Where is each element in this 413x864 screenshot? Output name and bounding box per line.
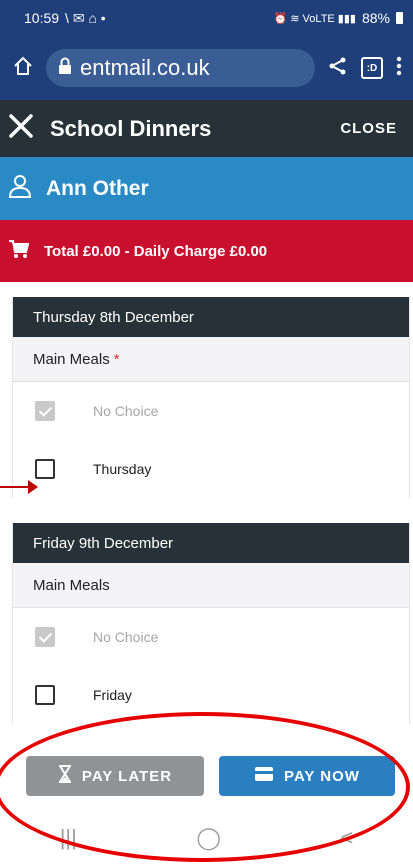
- checkbox[interactable]: [35, 459, 55, 479]
- cart-icon: [8, 239, 30, 264]
- browser-chrome: 10:59 \ ✉ ⌂ • ⏰ ≋ VoLTE ▮▮▮ 88% entmail.…: [0, 0, 413, 100]
- close-button[interactable]: CLOSE: [340, 120, 397, 137]
- status-notification-icons: \ ✉ ⌂ •: [65, 9, 106, 26]
- credit-card-icon: [254, 766, 274, 786]
- recents-icon[interactable]: |||: [60, 825, 77, 851]
- pay-later-label: PAY LATER: [81, 767, 173, 785]
- home-nav-icon[interactable]: ◯: [196, 825, 221, 851]
- option-label: Friday: [93, 687, 132, 703]
- section-label: Main Meals: [33, 576, 110, 594]
- status-bar: 10:59 \ ✉ ⌂ • ⏰ ≋ VoLTE ▮▮▮ 88%: [0, 0, 413, 36]
- day-card-friday: Friday 9th December Main Meals No Choice…: [12, 523, 410, 724]
- section-label: Main Meals: [33, 350, 110, 368]
- hourglass-icon: [58, 765, 72, 787]
- option-friday[interactable]: Friday: [13, 666, 409, 724]
- battery-percent: 88%: [361, 10, 390, 26]
- day-header: Thursday 8th December: [13, 297, 409, 337]
- status-time: 10:59: [24, 10, 60, 26]
- option-no-choice[interactable]: No Choice: [13, 382, 409, 440]
- section-header: Main Meals *: [13, 337, 409, 382]
- checkbox[interactable]: [35, 685, 55, 705]
- user-bar: Ann Other: [0, 157, 413, 220]
- app-header: School Dinners CLOSE: [0, 100, 413, 157]
- total-summary: Total £0.00 - Daily Charge £0.00: [44, 242, 268, 260]
- day-header: Friday 9th December: [13, 523, 409, 563]
- tabs-button[interactable]: :D: [361, 57, 383, 79]
- annotation-arrow: [0, 480, 38, 494]
- page-title: School Dinners: [50, 115, 212, 141]
- back-icon[interactable]: <: [340, 825, 353, 851]
- option-no-choice[interactable]: No Choice: [13, 608, 409, 666]
- required-marker: *: [113, 350, 120, 368]
- more-vert-icon[interactable]: [395, 55, 403, 82]
- day-card-thursday: Thursday 8th December Main Meals * No Ch…: [12, 297, 410, 498]
- android-nav-bar: ||| ◯ <: [0, 812, 413, 864]
- section-header: Main Meals: [13, 563, 409, 608]
- user-icon: [8, 173, 32, 204]
- checkbox[interactable]: [35, 401, 55, 421]
- total-bar: Total £0.00 - Daily Charge £0.00: [0, 220, 413, 282]
- pay-later-button[interactable]: PAY LATER: [26, 756, 204, 796]
- option-label: Thursday: [93, 461, 152, 477]
- footer-bar: PAY LATER PAY NOW: [0, 745, 413, 807]
- user-name: Ann Other: [46, 176, 149, 200]
- address-row: entmail.co.uk :D: [0, 36, 413, 100]
- option-label: No Choice: [93, 629, 159, 645]
- battery-icon: [396, 12, 403, 24]
- home-icon[interactable]: [12, 55, 34, 82]
- option-thursday[interactable]: Thursday: [13, 440, 409, 498]
- cutlery-icon: [8, 113, 34, 144]
- pay-now-label: PAY NOW: [284, 767, 360, 785]
- lock-icon: [58, 55, 72, 81]
- status-system-icons: ⏰ ≋ VoLTE ▮▮▮: [273, 12, 356, 25]
- pay-now-button[interactable]: PAY NOW: [219, 756, 395, 796]
- url-text: entmail.co.uk: [80, 55, 210, 80]
- checkbox[interactable]: [35, 627, 55, 647]
- url-bar[interactable]: entmail.co.uk: [46, 49, 315, 87]
- share-icon[interactable]: [327, 55, 349, 82]
- option-label: No Choice: [93, 403, 159, 419]
